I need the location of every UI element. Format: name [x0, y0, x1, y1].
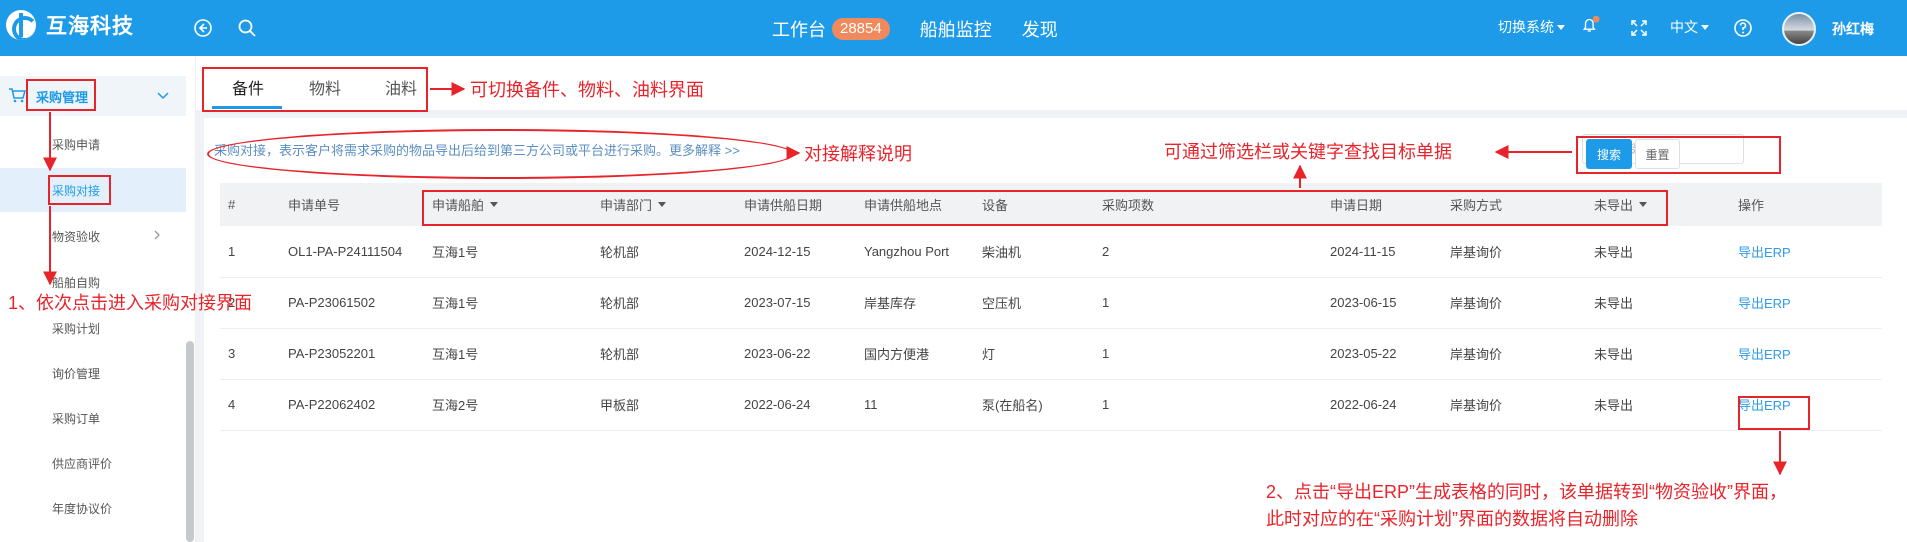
annotation-arrows — [43, 82, 1787, 476]
